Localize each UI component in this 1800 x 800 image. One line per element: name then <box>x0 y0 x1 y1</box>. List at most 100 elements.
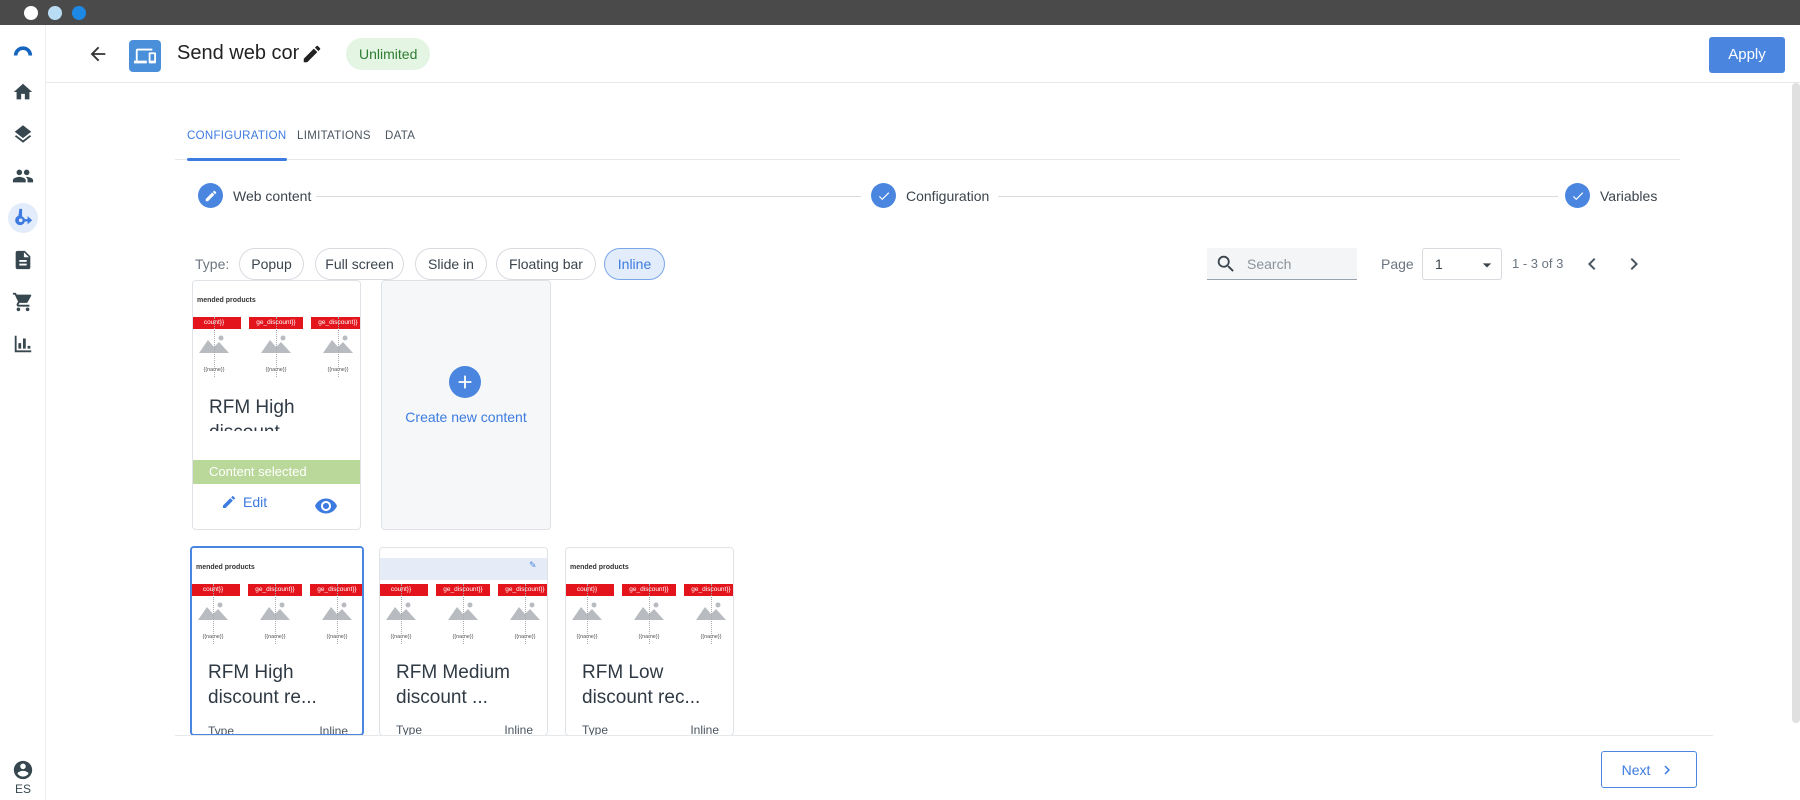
page-header: Send web content Unlimited Apply <box>46 25 1800 83</box>
window-maximize-button[interactable] <box>72 6 86 20</box>
page-select[interactable]: 1 <box>1422 248 1502 280</box>
step-variables[interactable]: Variables <box>1565 183 1657 208</box>
thumb-product-block: count}} {{name}} <box>380 580 428 648</box>
left-navigation-rail: ES <box>0 25 46 800</box>
preview-eye-icon[interactable] <box>314 494 338 518</box>
status-badge: Unlimited <box>346 38 431 70</box>
window-minimize-button[interactable] <box>48 6 62 20</box>
thumb-product-block: ge_discount}} {{name}} <box>436 580 490 648</box>
thumb-product-block: count}} {{name}} <box>192 580 240 648</box>
web-content-devices-icon <box>129 40 161 72</box>
search-box <box>1207 248 1357 280</box>
progress-stepper: Web content Configuration Variables <box>198 183 1657 209</box>
step-label: Variables <box>1600 187 1658 204</box>
step-label: Web content <box>233 187 312 204</box>
home-icon[interactable] <box>8 77 38 107</box>
people-icon[interactable] <box>8 161 38 191</box>
edit-title-pencil-icon[interactable] <box>301 43 325 67</box>
chip-floating-bar[interactable]: Floating bar <box>496 248 596 280</box>
card-title: RFM High discount re... <box>208 662 317 708</box>
thumb-product-block: count}} {{name}} <box>193 313 241 381</box>
thumb-product-block: count}} {{name}} <box>566 580 614 648</box>
content-card-rfm-low[interactable]: mended products count}} {{name}} ge_discou… <box>565 547 734 736</box>
content-card-rfm-high[interactable]: mended products count}} {{name}} ge_discou… <box>190 546 364 736</box>
step-connector <box>998 196 1558 197</box>
prev-page-button[interactable] <box>1580 252 1604 276</box>
thumb-divider <box>525 584 529 644</box>
language-label[interactable]: ES <box>0 782 46 796</box>
footer-divider <box>175 735 1713 736</box>
card-title: RFM High discount <box>209 397 295 431</box>
check-icon <box>1565 183 1590 208</box>
layers-icon[interactable] <box>8 119 38 149</box>
step-web-content[interactable]: Web content <box>198 183 311 208</box>
selected-content-card: mended products count}} {{name}} ge_discou… <box>192 280 361 530</box>
chip-full-screen[interactable]: Full screen <box>315 248 404 280</box>
type-filter-label: Type: <box>195 256 230 272</box>
thumb-discount-label: ge_discount}} <box>498 584 547 596</box>
chevron-right-icon <box>1630 258 1638 270</box>
page-select-value: 1 <box>1435 256 1443 272</box>
tab-configuration[interactable]: CONFIGURATION <box>187 120 287 161</box>
thumb-header: mended products <box>570 564 629 571</box>
thumb-divider <box>649 584 653 644</box>
chip-popup[interactable]: Popup <box>239 248 304 280</box>
thumb-products: count}} {{name}} ge_discount}} {{name}} ge_d… <box>380 580 547 648</box>
content-thumbnail[interactable]: mended products count}} {{name}} ge_discou… <box>193 281 360 387</box>
window-close-button[interactable] <box>24 6 38 20</box>
pencil-icon <box>198 183 223 208</box>
card-actions: Edit <box>193 488 360 524</box>
vertical-scrollbar[interactable] <box>1792 83 1800 723</box>
footer-bar <box>46 736 1792 800</box>
content-card-rfm-medium[interactable]: ✎ count}} {{name}} ge_discount}} {{name}} ge… <box>379 547 548 736</box>
dropdown-arrow-icon <box>1482 263 1492 268</box>
apply-button[interactable]: Apply <box>1709 37 1785 73</box>
thumb-discount-label: ge_discount}} <box>311 317 360 329</box>
next-button[interactable]: Next <box>1601 751 1697 788</box>
thumb-product-block: ge_discount}} {{name}} <box>498 580 547 648</box>
tab-data[interactable]: DATA <box>385 120 415 160</box>
tab-limitations[interactable]: LIMITATIONS <box>297 120 371 160</box>
page-title[interactable]: Send web content <box>177 42 299 70</box>
create-new-content-label: Create new content <box>405 409 527 425</box>
thumb-divider <box>214 317 218 377</box>
thumb-product-block: ge_discount}} {{name}} <box>249 313 303 381</box>
thumb-edit-pencil-icon: ✎ <box>529 560 537 570</box>
chip-slide-in[interactable]: Slide in <box>415 248 487 280</box>
flow-branch-icon[interactable] <box>8 203 38 233</box>
thumb-product-name: {{name}} <box>514 634 536 640</box>
chevron-left-icon <box>1588 258 1596 270</box>
edit-button[interactable]: Edit <box>221 494 267 510</box>
thumb-divider <box>213 584 217 644</box>
content-selected-banner: Content selected <box>193 460 360 484</box>
thumb-products: count}} {{name}} ge_discount}} {{name}} ge_d… <box>193 313 360 381</box>
create-new-content-card[interactable]: Create new content <box>381 280 551 530</box>
account-circle-icon[interactable] <box>8 755 38 785</box>
thumb-product-block: ge_discount}} {{name}} <box>622 580 676 648</box>
document-icon[interactable] <box>8 245 38 275</box>
thumb-divider <box>337 584 341 644</box>
step-configuration[interactable]: Configuration <box>871 183 989 208</box>
cart-icon[interactable] <box>8 287 38 317</box>
step-connector <box>316 196 861 197</box>
logo-arc-icon[interactable] <box>8 35 38 65</box>
thumb-divider <box>275 584 279 644</box>
thumb-product-block: ge_discount}} {{name}} <box>310 580 362 648</box>
chip-inline[interactable]: Inline <box>604 248 665 280</box>
thumb-product-block: ge_discount}} {{name}} <box>684 580 733 648</box>
back-button[interactable] <box>84 40 112 68</box>
content-thumbnail: mended products count}} {{name}} ge_discou… <box>192 548 362 654</box>
thumb-discount-label: ge_discount}} <box>310 584 362 596</box>
card-title: RFM Medium discount ... <box>396 662 511 708</box>
thumb-product-name: {{name}} <box>326 634 348 640</box>
thumb-divider <box>338 317 342 377</box>
bar-chart-icon[interactable] <box>8 329 38 359</box>
search-input[interactable] <box>1247 254 1352 274</box>
content-thumbnail: ✎ count}} {{name}} ge_discount}} {{name}} ge… <box>380 548 547 654</box>
tab-bar: CONFIGURATION LIMITATIONS DATA <box>175 120 1680 161</box>
next-page-button[interactable] <box>1622 252 1646 276</box>
chevron-right-icon <box>1664 765 1671 774</box>
thumb-product-name: {{name}} <box>700 634 722 640</box>
thumb-products: count}} {{name}} ge_discount}} {{name}} ge_d… <box>192 580 362 648</box>
search-icon <box>1217 255 1234 272</box>
